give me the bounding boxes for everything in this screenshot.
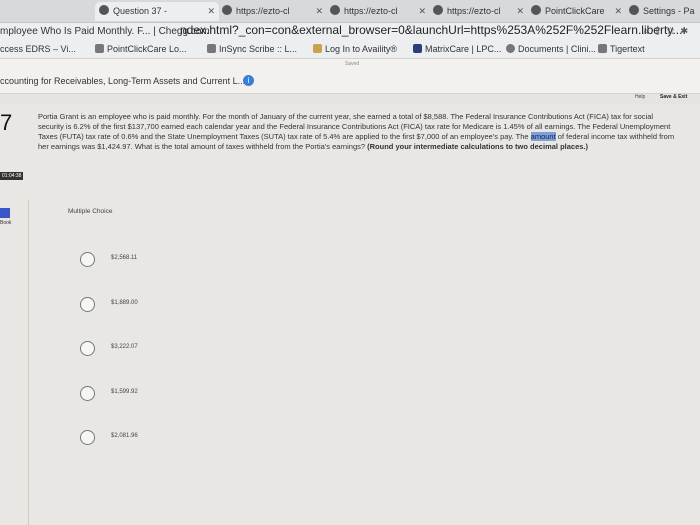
radio-button[interactable] — [80, 297, 95, 312]
close-tab-icon[interactable]: ✕ — [516, 2, 524, 21]
bookmark-icon — [506, 44, 515, 53]
site-icon — [433, 5, 443, 15]
url-field[interactable]: ndex.html?_con=con&external_browser=0&la… — [180, 22, 682, 39]
bookmark-icon — [313, 44, 322, 53]
rounding-instruction: (Round your intermediate calculations to… — [367, 142, 589, 151]
bookmark-icon — [598, 44, 607, 53]
search-icon[interactable]: ⌕ — [643, 26, 655, 37]
bookmark-tigertext[interactable]: Tigertext — [598, 40, 645, 58]
bookmark-icon — [207, 44, 216, 53]
bookmark-edrs[interactable]: ccess EDRS – Vi... — [0, 40, 76, 58]
browser-tab-bar: Question 37 - ✕ https://ezto-cl ✕ https:… — [0, 0, 700, 23]
ebook-label[interactable]: Book — [0, 220, 11, 226]
assignment-toolbar: Help Save & Exit — [0, 94, 700, 104]
assignment-title: ccounting for Receivables, Long-Term Ass… — [0, 76, 246, 86]
tab-settings[interactable]: Settings - Pa — [625, 2, 700, 21]
choice-text: $1,599.92 — [111, 389, 138, 395]
bookmark-pointclickcare[interactable]: PointClickCare Lo... — [95, 40, 187, 58]
radio-button[interactable] — [80, 252, 95, 267]
choice-text: $3,222.07 — [111, 344, 138, 350]
save-exit-button[interactable]: Save & Exit — [660, 94, 687, 100]
close-tab-icon[interactable]: ✕ — [207, 2, 215, 21]
bookmark-availity[interactable]: Log In to Availity® — [313, 40, 397, 58]
tab-ezto-1[interactable]: https://ezto-cl ✕ — [218, 2, 327, 21]
choice-text: $1,889.00 — [111, 300, 138, 306]
question-text: Portia Grant is an employee who is paid … — [38, 112, 675, 151]
bookmark-icon — [413, 44, 422, 53]
radio-button[interactable] — [80, 341, 95, 356]
multiple-choice-label: Multiple Choice — [68, 208, 113, 215]
site-icon — [99, 5, 109, 15]
tab-pointclickcare[interactable]: PointClickCare ✕ — [527, 2, 626, 21]
bookmark-matrixcare[interactable]: MatrixCare | LPC... — [413, 40, 501, 58]
bookmark-documents[interactable]: Documents | Clini... — [506, 40, 596, 58]
tab-ezto-2[interactable]: https://ezto-cl ✕ — [326, 2, 430, 21]
address-bar-row: mployee Who Is Paid Monthly. F... | Cheg… — [0, 23, 700, 40]
help-link[interactable]: Help — [635, 94, 645, 100]
info-icon[interactable]: i — [243, 75, 254, 86]
radio-button[interactable] — [80, 430, 95, 445]
page-title: mployee Who Is Paid Monthly. F... | Cheg… — [0, 26, 210, 37]
choice-text: $2,081.96 — [111, 433, 138, 439]
assignment-header: Saved ccounting for Receivables, Long-Te… — [0, 59, 700, 94]
tab-question-37[interactable]: Question 37 - ✕ — [95, 2, 219, 21]
saved-status: Saved — [345, 61, 360, 67]
tab-ezto-3[interactable]: https://ezto-cl ✕ — [429, 2, 528, 21]
close-tab-icon[interactable]: ✕ — [418, 2, 426, 21]
close-tab-icon[interactable]: ✕ — [315, 2, 323, 21]
share-icon[interactable]: ⇪ — [655, 26, 667, 37]
extension-icon[interactable]: ✱ — [681, 26, 694, 37]
choice-text: $2,568.11 — [111, 255, 138, 261]
highlighted-word: amount — [530, 132, 556, 141]
question-number: 7 — [0, 110, 13, 135]
bookmark-insync[interactable]: InSync Scribe :: L... — [207, 40, 297, 58]
timer: 01:04:38 — [0, 172, 24, 180]
divider — [28, 200, 29, 525]
radio-button[interactable] — [80, 386, 95, 401]
site-icon — [531, 5, 541, 15]
ebook-icon[interactable] — [0, 208, 10, 218]
close-tab-icon[interactable]: ✕ — [614, 2, 622, 21]
bookmark-icon — [95, 44, 104, 53]
bookmarks-bar: ccess EDRS – Vi... PointClickCare Lo... … — [0, 40, 700, 59]
star-icon[interactable]: ☆ — [666, 26, 680, 37]
site-icon — [330, 5, 340, 15]
gear-icon — [629, 5, 639, 15]
site-icon — [222, 5, 232, 15]
